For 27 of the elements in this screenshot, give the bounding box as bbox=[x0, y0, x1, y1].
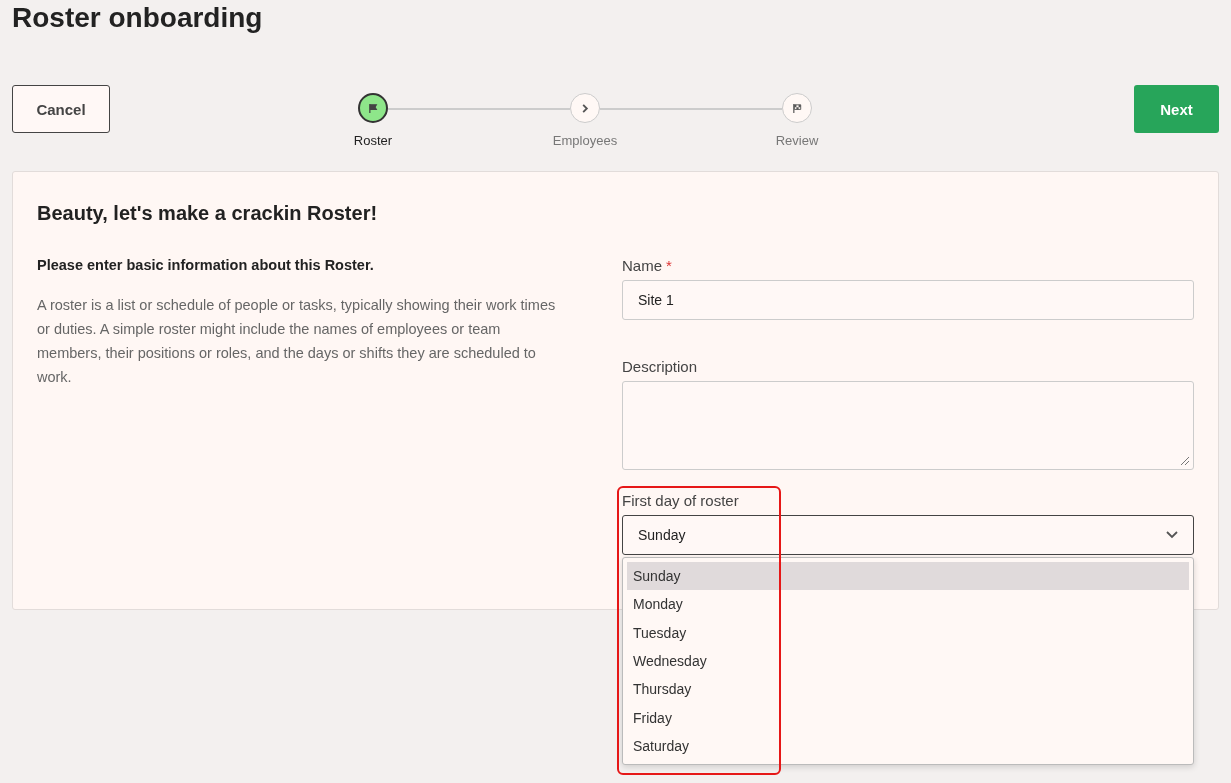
cancel-button[interactable]: Cancel bbox=[12, 85, 110, 133]
checkered-flag-icon bbox=[791, 102, 803, 114]
page-title: Roster onboarding bbox=[12, 1, 264, 35]
flag-icon bbox=[367, 102, 379, 114]
step-label: Employees bbox=[552, 133, 618, 148]
dropdown-option[interactable]: Thursday bbox=[627, 675, 1189, 704]
dropdown-option[interactable]: Monday bbox=[627, 590, 1189, 619]
step-label: Review bbox=[775, 133, 819, 148]
step-indicator[interactable] bbox=[358, 93, 388, 123]
name-input[interactable]: Site 1 bbox=[622, 280, 1194, 320]
step-label: Roster bbox=[353, 133, 393, 148]
chevron-right-icon bbox=[580, 102, 590, 114]
dropdown-option[interactable]: Tuesday bbox=[627, 618, 1189, 647]
resize-grip-icon bbox=[1178, 454, 1190, 466]
card-heading: Beauty, let's make a crackin Roster! bbox=[37, 202, 379, 225]
dropdown-option[interactable]: Saturday bbox=[627, 731, 1189, 761]
required-marker: * bbox=[666, 257, 672, 274]
dropdown-option[interactable]: Friday bbox=[627, 703, 1189, 732]
field-label: Description bbox=[622, 358, 698, 375]
field-label: Name bbox=[622, 257, 662, 274]
intro-title: Please enter basic information about this Roster. bbox=[37, 257, 375, 273]
day-select[interactable]: Sunday bbox=[622, 515, 1194, 555]
field-label: First day of roster bbox=[622, 492, 739, 509]
dropdown-option[interactable]: Sunday bbox=[627, 562, 1189, 591]
intro-text: A roster is a list or schedule of people or tasks, typically showing their work times or duties. A simple roster might include the names of employees or team members, their positions or roles, and the days or shifts they are scheduled to work. bbox=[37, 296, 557, 387]
chevron-down-icon bbox=[1166, 531, 1178, 539]
dropdown-option[interactable]: Wednesday bbox=[627, 646, 1189, 676]
